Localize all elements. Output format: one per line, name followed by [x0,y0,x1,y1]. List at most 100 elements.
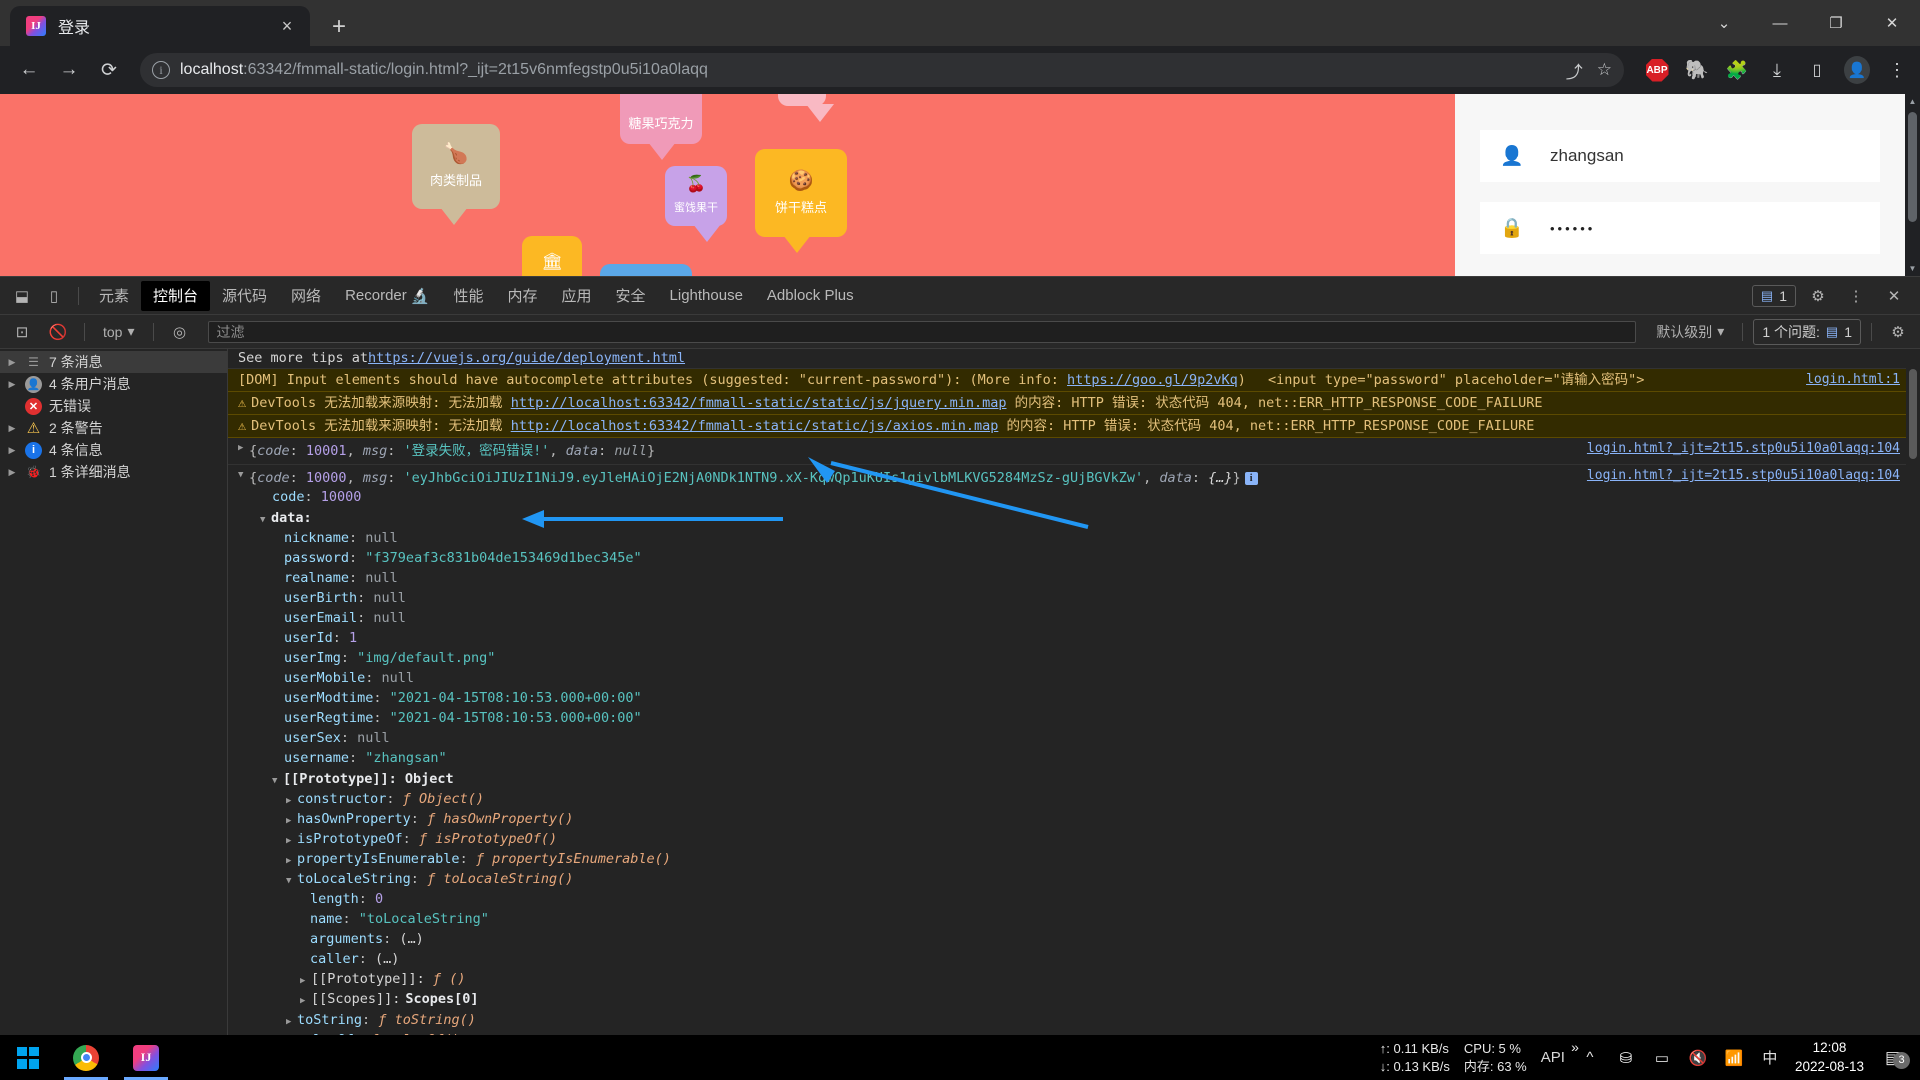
no-entry-icon[interactable]: 🚫 [42,317,74,347]
gear-icon[interactable]: ⚙ [1802,281,1834,311]
inspect-element-icon[interactable]: ⬓ [6,281,38,311]
sidebar-item-info[interactable]: ▶ i 4 条信息 [0,439,227,461]
category-bubble[interactable]: 糖果巧克力 [620,94,702,144]
intellij-idea-taskbar-icon[interactable]: IJ [116,1035,176,1080]
chevron-right-icon[interactable]: ▶ [6,379,18,390]
battery-icon[interactable]: ▭ [1651,1049,1673,1067]
wifi-icon[interactable]: 📶 [1723,1049,1745,1067]
category-bubble[interactable]: 🏛 [522,236,582,276]
gear-icon[interactable]: ⚙ [1882,317,1914,347]
expand-triangle-icon[interactable]: ▶ [286,795,297,807]
ime-chinese-icon[interactable]: 中 [1759,1047,1781,1068]
tab-lighthouse[interactable]: Lighthouse [658,281,755,311]
sidebar-item-errors[interactable]: ✕ 无错误 [0,395,227,417]
window-minimize-button[interactable]: — [1752,0,1808,46]
username-field[interactable]: 👤 zhangsan [1480,130,1880,182]
scroll-up-arrow-icon[interactable]: ▲ [1905,94,1920,109]
console-scrollbar[interactable] [1906,349,1920,1035]
sidebar-item-verbose[interactable]: ▶ 🐞 1 条详细消息 [0,461,227,483]
category-bubble[interactable]: 🍪 饼干糕点 [755,149,847,237]
reload-button[interactable]: ⟳ [90,51,128,89]
forward-button[interactable]: → [50,51,88,89]
tab-sources[interactable]: 源代码 [210,281,279,311]
expand-triangle-icon[interactable]: ▶ [286,1016,297,1028]
expand-triangle-icon[interactable]: ▶ [286,835,297,847]
sourcemap-link[interactable]: http://localhost:63342/fmmall-static/sta… [511,395,1007,411]
scroll-down-arrow-icon[interactable]: ▼ [1905,261,1920,276]
log-level-selector[interactable]: 默认级别 ▾ [1648,322,1732,342]
expand-triangle-icon[interactable]: ▶ [286,815,297,827]
tab-network[interactable]: 网络 [279,281,333,311]
share-icon[interactable]: ⤴ [1566,58,1583,83]
chevron-right-icon[interactable]: ▶ [6,445,18,456]
chrome-menu-icon[interactable]: ⋮ [1884,57,1910,83]
adblock-plus-icon[interactable]: ABP [1644,57,1670,83]
category-bubble[interactable]: 🍗 肉类制品 [412,124,500,209]
profile-avatar-icon[interactable]: 👤 [1844,57,1870,83]
onedrive-icon[interactable]: ⛁ [1615,1049,1637,1067]
site-info-icon[interactable]: i [152,61,170,79]
console-log-area[interactable]: See more tips at https://vuejs.org/guide… [228,349,1920,1035]
sidebar-item-warnings[interactable]: ▶ ⚠ 2 条警告 [0,417,227,439]
chevron-right-icon[interactable]: ▶ [6,423,18,434]
windows-start-icon[interactable] [0,1035,56,1080]
expand-triangle-icon[interactable]: ▶ [300,995,311,1007]
dom-warning-link[interactable]: https://goo.gl/9p2vKq [1067,372,1238,388]
address-bar[interactable]: i localhost:63342/fmmall-static/login.ht… [140,53,1624,87]
evernote-icon[interactable]: 🐘 [1684,57,1710,83]
tab-recorder[interactable]: Recorder🔬 [333,281,441,311]
page-scrollbar[interactable]: ▲ ▼ [1905,94,1920,276]
reading-list-icon[interactable]: ▯ [1804,57,1830,83]
api-indicator[interactable]: API » [1541,1049,1565,1066]
data-value[interactable]: {…} [1208,470,1232,486]
category-bubble[interactable]: 🍒 蜜饯果干 [665,166,727,226]
volume-muted-icon[interactable]: 🔇 [1687,1049,1709,1067]
log-source-link[interactable]: login.html?_ijt=2t15.stp0u5i10a0laqq:104 [1587,467,1900,484]
category-bubble[interactable] [600,264,692,276]
clear-console-icon[interactable]: ⊡ [6,317,38,347]
kebab-menu-icon[interactable]: ⋮ [1840,281,1872,311]
chevron-right-icon[interactable]: ▶ [6,467,18,478]
log-source-link[interactable]: login.html:1 [1806,371,1900,388]
tab-close-icon[interactable]: × [274,13,300,39]
device-toolbar-icon[interactable]: ▯ [38,281,70,311]
log-source-link[interactable]: login.html?_ijt=2t15.stp0u5i10a0laqq:104 [1587,440,1900,457]
back-button[interactable]: ← [10,51,48,89]
tab-memory[interactable]: 内存 [495,281,549,311]
show-hidden-icons-caret[interactable]: ^ [1579,1049,1601,1066]
window-extra-icon[interactable]: ⌄ [1696,0,1752,46]
star-icon[interactable]: ☆ [1597,60,1612,80]
chevron-expand-icon[interactable]: » [1571,1039,1579,1055]
tab-adblock-plus[interactable]: Adblock Plus [755,281,866,311]
tab-performance[interactable]: 性能 [441,281,495,311]
tab-application[interactable]: 应用 [549,281,603,311]
close-icon[interactable]: ✕ [1878,281,1910,311]
message-count-chip[interactable]: ▤ 1 [1752,285,1796,307]
collapse-triangle-icon[interactable]: ▼ [272,775,283,787]
new-tab-button[interactable]: + [320,8,358,46]
password-field[interactable]: 🔒 •••••• [1480,202,1880,254]
browser-tab[interactable]: IJ 登录 × [10,6,310,46]
taskbar-clock[interactable]: 12:08 2022-08-13 [1795,1039,1864,1075]
expand-triangle-icon[interactable]: ▶ [238,442,249,454]
sidebar-item-user-messages[interactable]: ▶ 👤 4 条用户消息 [0,373,227,395]
cpu-memory-indicator[interactable]: CPU: 5 % 内存: 63 % [1464,1040,1527,1075]
live-expression-icon[interactable]: ◎ [164,317,196,347]
collapse-triangle-icon[interactable]: ▼ [286,875,297,887]
expand-triangle-icon[interactable]: ▶ [300,975,311,987]
category-bubble[interactable] [778,94,826,106]
info-badge-icon[interactable]: i [1245,472,1258,485]
page-scrollbar-thumb[interactable] [1908,112,1917,222]
notification-icon[interactable]: ▤ 3 [1878,1048,1908,1068]
tab-elements[interactable]: 元素 [87,281,141,311]
chrome-taskbar-icon[interactable] [56,1035,116,1080]
expand-triangle-icon[interactable]: ▶ [286,855,297,867]
execution-context-selector[interactable]: top ▾ [95,323,143,340]
tab-security[interactable]: 安全 [604,281,658,311]
expanded-data-line[interactable]: ▼data: [238,508,1912,528]
sourcemap-link[interactable]: http://localhost:63342/fmmall-static/sta… [511,418,999,434]
tab-console[interactable]: 控制台 [141,281,210,311]
downloads-icon[interactable]: ⤓ [1764,57,1790,83]
collapse-triangle-icon[interactable]: ▼ [238,469,249,487]
console-filter-input[interactable]: 过滤 [208,321,1637,343]
